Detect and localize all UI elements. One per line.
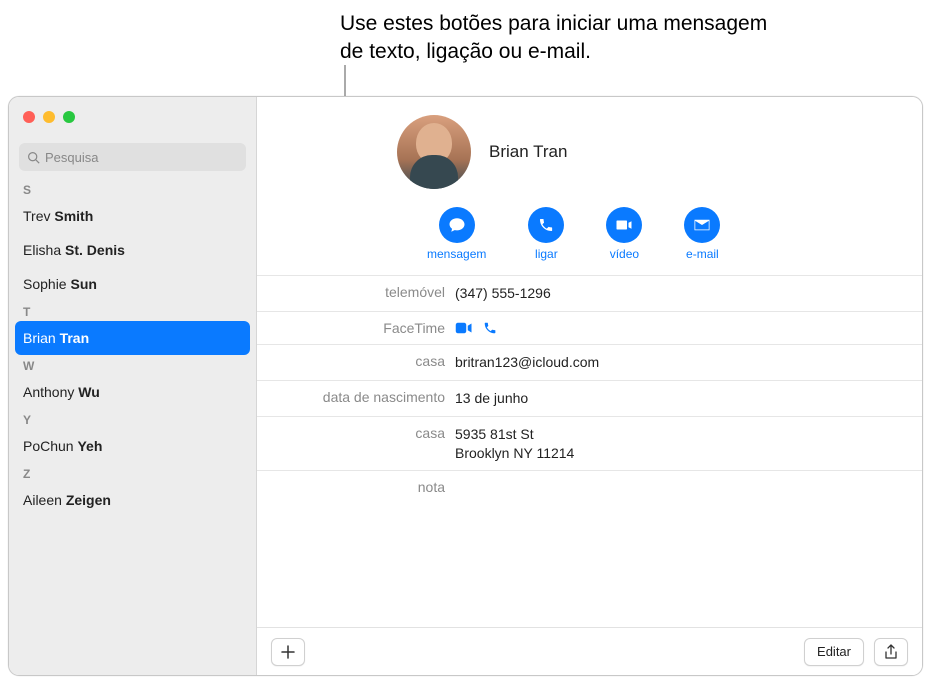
field-value[interactable]: (347) 555-1296 (455, 284, 922, 303)
message-label: mensagem (427, 247, 486, 261)
field-facetime: FaceTime (257, 312, 922, 345)
field-home-email: casa britran123@icloud.com (257, 345, 922, 381)
callout-text: Use estes botões para iniciar uma mensag… (340, 10, 780, 67)
address-line1: 5935 81st St (455, 425, 922, 444)
contact-last: Tran (60, 330, 90, 346)
field-label: telemóvel (257, 284, 455, 303)
search-input[interactable]: Pesquisa (19, 143, 246, 171)
contact-first: Elisha (23, 242, 61, 258)
contact-name: Brian Tran (489, 142, 567, 162)
avatar[interactable] (397, 115, 471, 189)
call-button[interactable]: ligar (528, 207, 564, 261)
contact-last: Zeigen (66, 492, 111, 508)
contact-detail-panel: Brian Tran mensagem ligar vídeo (257, 97, 922, 675)
plus-icon (281, 645, 295, 659)
facetime-actions (455, 320, 922, 336)
contact-item-selected[interactable]: Brian Tran (15, 321, 250, 355)
note-value[interactable] (455, 479, 922, 495)
field-mobile: telemóvel (347) 555-1296 (257, 276, 922, 312)
contact-item[interactable]: Aileen Zeigen (9, 483, 256, 517)
email-button[interactable]: e-mail (684, 207, 720, 261)
contact-last: Sun (70, 276, 96, 292)
section-header-z: Z (9, 463, 256, 483)
add-button[interactable] (271, 638, 305, 666)
fields-list: telemóvel (347) 555-1296 FaceTime casa b… (257, 275, 922, 503)
edit-button[interactable]: Editar (804, 638, 864, 666)
field-label: FaceTime (257, 320, 455, 336)
call-label: ligar (535, 247, 558, 261)
email-label: e-mail (686, 247, 719, 261)
sidebar: Pesquisa S Trev Smith Elisha St. Denis S… (9, 97, 257, 675)
field-label: nota (257, 479, 455, 495)
field-value[interactable]: 5935 81st St Brooklyn NY 11214 (455, 425, 922, 463)
window-controls (23, 111, 75, 123)
bottom-toolbar: Editar (257, 627, 922, 675)
contact-last: Smith (54, 208, 93, 224)
field-label: casa (257, 353, 455, 372)
message-icon (448, 216, 466, 234)
search-icon (27, 151, 40, 164)
contact-last: Yeh (77, 438, 102, 454)
video-label: vídeo (610, 247, 639, 261)
contact-item[interactable]: Sophie Sun (9, 267, 256, 301)
minimize-button[interactable] (43, 111, 55, 123)
facetime-video-icon[interactable] (455, 321, 473, 335)
contacts-window: Pesquisa S Trev Smith Elisha St. Denis S… (8, 96, 923, 676)
contact-item[interactable]: Anthony Wu (9, 375, 256, 409)
field-value[interactable]: britran123@icloud.com (455, 353, 922, 372)
contact-first: PoChun (23, 438, 74, 454)
field-home-address: casa 5935 81st St Brooklyn NY 11214 (257, 417, 922, 472)
contact-last: Wu (78, 384, 100, 400)
action-row: mensagem ligar vídeo e-mail (427, 207, 922, 261)
contact-first: Trev (23, 208, 50, 224)
contact-first: Anthony (23, 384, 74, 400)
contact-first: Sophie (23, 276, 67, 292)
contact-item[interactable]: Trev Smith (9, 199, 256, 233)
close-button[interactable] (23, 111, 35, 123)
share-button[interactable] (874, 638, 908, 666)
contact-item[interactable]: Elisha St. Denis (9, 233, 256, 267)
search-placeholder: Pesquisa (45, 150, 98, 165)
video-button[interactable]: vídeo (606, 207, 642, 261)
field-label: data de nascimento (257, 389, 455, 408)
mail-icon (693, 216, 711, 234)
facetime-audio-icon[interactable] (483, 321, 497, 335)
field-label: casa (257, 425, 455, 463)
maximize-button[interactable] (63, 111, 75, 123)
contact-item[interactable]: PoChun Yeh (9, 429, 256, 463)
field-birthday: data de nascimento 13 de junho (257, 381, 922, 417)
section-header-s: S (9, 179, 256, 199)
message-button[interactable]: mensagem (427, 207, 486, 261)
video-icon (615, 216, 633, 234)
contact-first: Aileen (23, 492, 62, 508)
contact-first: Brian (23, 330, 56, 346)
contact-header: Brian Tran (257, 97, 922, 189)
field-value: 13 de junho (455, 389, 922, 408)
address-line2: Brooklyn NY 11214 (455, 444, 922, 463)
phone-icon (538, 217, 554, 233)
contact-last: St. Denis (65, 242, 125, 258)
section-header-w: W (9, 355, 256, 375)
section-header-y: Y (9, 409, 256, 429)
share-icon (884, 644, 898, 660)
section-header-t: T (9, 301, 256, 321)
field-note: nota (257, 471, 922, 503)
